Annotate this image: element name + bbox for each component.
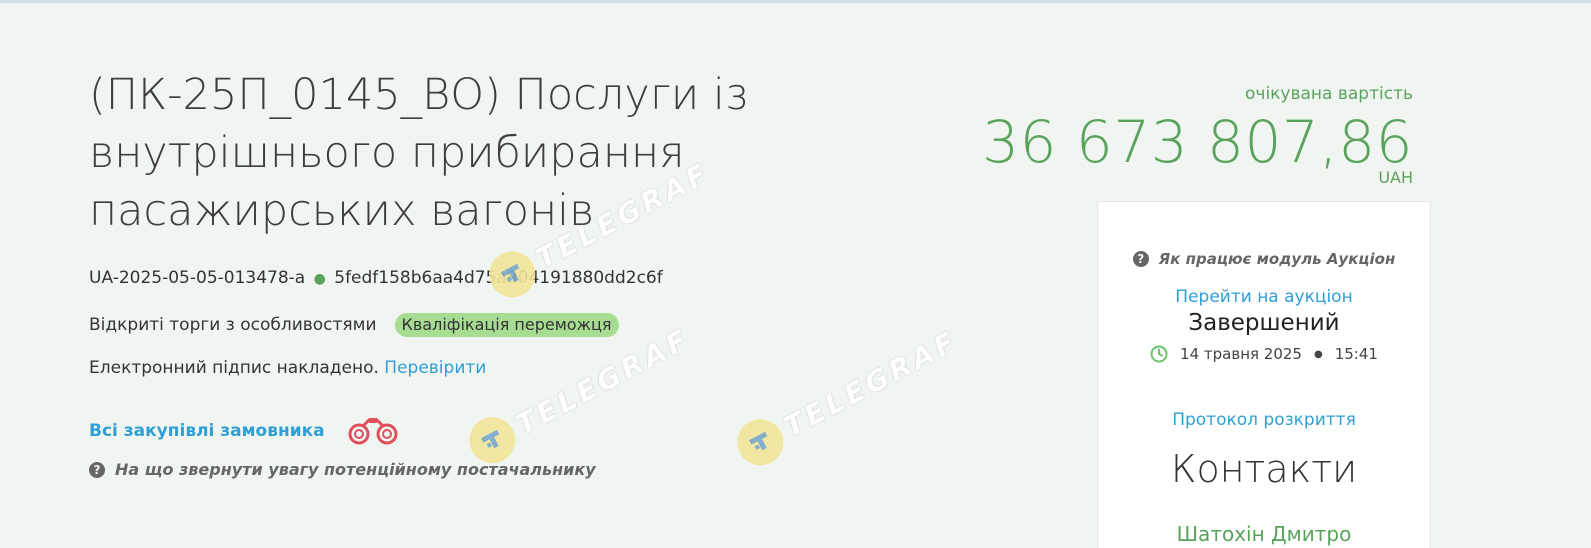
supplier-hint[interactable]: ? На що звернути увагу потенційному пост… bbox=[89, 460, 596, 479]
buyer-row: Всі закупівлі замовника bbox=[89, 416, 399, 446]
auction-status: Завершений bbox=[1188, 310, 1340, 336]
auction-how-it-works-text: Як працює модуль Аукціон bbox=[1158, 250, 1396, 268]
go-to-auction-link[interactable]: Перейти на аукціон bbox=[1098, 287, 1430, 307]
top-border bbox=[0, 0, 1591, 3]
signature-row: Електронний підпис накладено. Перевірити bbox=[89, 358, 486, 378]
verify-signature-link[interactable]: Перевірити bbox=[384, 358, 486, 378]
auction-datetime: 14 травня 2025 ● 15:41 bbox=[1098, 345, 1430, 363]
expected-value-currency: UAH bbox=[1378, 168, 1413, 187]
all-purchases-link[interactable]: Всі закупівлі замовника bbox=[89, 421, 325, 441]
expected-value-label: очікувана вартість bbox=[1245, 84, 1413, 104]
opening-protocol-link[interactable]: Протокол розкриття bbox=[1098, 410, 1430, 430]
supplier-hint-text: На що звернути увагу потенційному постач… bbox=[115, 460, 596, 479]
separator-dot-icon: ● bbox=[1313, 348, 1323, 360]
separator-dot-icon: ● bbox=[313, 271, 326, 287]
status-badge: Кваліфікація переможця bbox=[394, 313, 619, 337]
question-circle-icon: ? bbox=[89, 461, 105, 478]
procedure-row: Відкриті торги з особливостями Кваліфіка… bbox=[89, 313, 619, 337]
tender-identifiers: UA-2025-05-05-013478-a ● 5fedf158b6aa4d7… bbox=[89, 268, 663, 288]
watermark: TELEGRAF bbox=[461, 316, 699, 472]
binoculars-icon[interactable] bbox=[347, 416, 399, 446]
signature-text: Електронний підпис накладено. bbox=[89, 358, 379, 378]
procedure-type: Відкриті торги з особливостями bbox=[89, 315, 377, 335]
clock-icon bbox=[1150, 345, 1168, 363]
watermark: TELEGRAF bbox=[729, 318, 967, 474]
contacts-title: Контакти bbox=[1170, 447, 1358, 491]
watermark-text: TELEGRAF bbox=[778, 323, 964, 444]
auction-panel: ? Як працює модуль Аукціон Перейти на ау… bbox=[1097, 201, 1431, 548]
expected-value-amount: 36 673 807,86 bbox=[982, 108, 1413, 176]
contact-name: Шатохін Дмитро bbox=[1176, 522, 1352, 546]
watermark-text: TELEGRAF bbox=[510, 321, 696, 442]
tender-id: UA-2025-05-05-013478-a bbox=[89, 268, 306, 288]
auction-how-it-works[interactable]: ? Як працює модуль Аукціон bbox=[1098, 250, 1430, 268]
auction-time: 15:41 bbox=[1334, 345, 1378, 363]
question-circle-icon: ? bbox=[1132, 251, 1149, 267]
auction-date: 14 травня 2025 bbox=[1180, 345, 1302, 363]
